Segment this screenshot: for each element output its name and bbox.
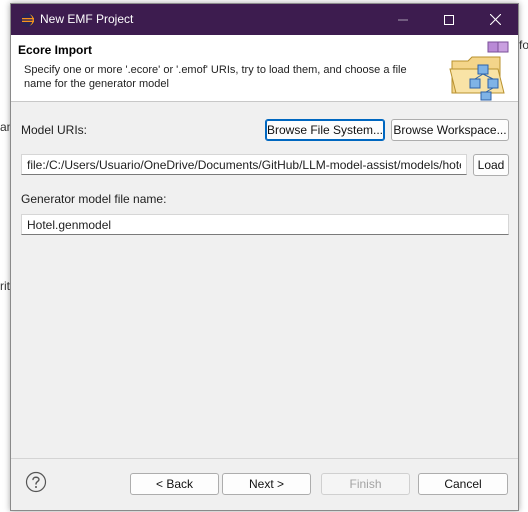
ecore-import-icon — [449, 41, 509, 101]
load-button[interactable]: Load — [473, 154, 509, 176]
maximize-button[interactable] — [426, 4, 472, 35]
finish-button[interactable]: Finish — [321, 473, 410, 495]
footer-separator — [11, 458, 518, 459]
help-icon[interactable] — [25, 471, 47, 493]
generator-model-file-name-input[interactable] — [21, 214, 509, 235]
model-uri-input[interactable] — [21, 154, 467, 175]
eclipse-icon — [21, 13, 35, 27]
close-button[interactable] — [472, 4, 518, 35]
background-text-fragment: fo — [519, 38, 528, 52]
new-emf-project-dialog: New EMF Project Ecore Import Specify one… — [10, 3, 519, 511]
maximize-icon — [444, 14, 454, 25]
banner-description: Specify one or more '.ecore' or '.emof' … — [24, 64, 407, 90]
banner-title: Ecore Import — [18, 43, 93, 57]
window-title: New EMF Project — [40, 12, 134, 26]
generator-model-file-name-label: Generator model file name: — [21, 192, 167, 206]
model-uris-label: Model URIs: — [21, 123, 88, 137]
title-bar[interactable]: New EMF Project — [11, 4, 518, 35]
back-button[interactable]: < Back — [130, 473, 219, 495]
minimize-button[interactable] — [380, 4, 426, 35]
background-text-fragment: rit — [0, 279, 10, 293]
close-icon — [489, 14, 501, 25]
wizard-banner: Ecore Import Specify one or more '.ecore… — [11, 35, 518, 102]
cancel-button[interactable]: Cancel — [418, 473, 508, 495]
next-button[interactable]: Next > — [222, 473, 311, 495]
browse-workspace-button[interactable]: Browse Workspace... — [391, 119, 509, 141]
browse-file-system-button[interactable]: Browse File System... — [265, 119, 385, 141]
minimize-icon — [398, 19, 408, 20]
